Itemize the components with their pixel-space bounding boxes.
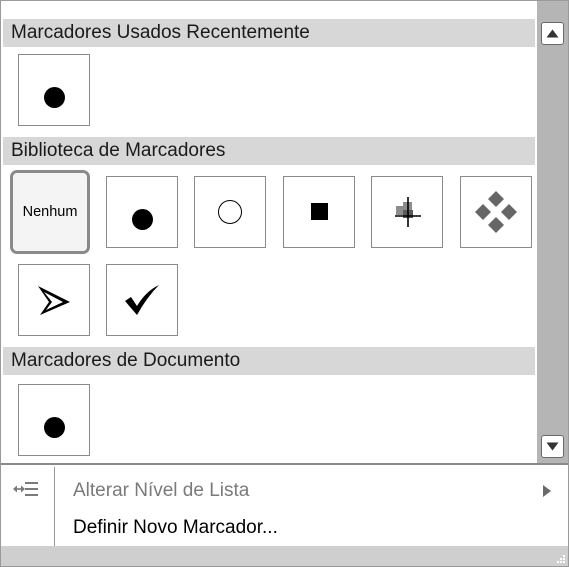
bullet-library-header: Biblioteca de Marcadores	[3, 137, 535, 165]
hollow-circle-icon	[218, 200, 242, 224]
define-new-bullet-label: Definir Novo Marcador...	[73, 517, 278, 538]
define-new-bullet-menu-item[interactable]: Definir Novo Marcador...	[1, 509, 568, 547]
recent-bullets-header: Marcadores Usados Recentemente	[3, 19, 535, 47]
triangle-down-icon	[546, 442, 559, 451]
change-list-level-menu-item[interactable]: Alterar Nível de Lista	[1, 472, 568, 510]
document-bullets-header: Marcadores de Documento	[3, 347, 535, 375]
change-list-level-label: Alterar Nível de Lista	[73, 480, 250, 501]
crosshair-squares-icon	[395, 197, 421, 227]
bullet-library-dropdown: Marcadores Usados Recentemente Bibliotec…	[0, 0, 569, 567]
filled-dot-icon	[43, 86, 65, 108]
bullet-filled-dot-option[interactable]	[106, 176, 178, 248]
arrowhead-icon	[38, 286, 70, 315]
resize-status-bar	[1, 546, 568, 566]
scroll-down-button[interactable]	[541, 435, 564, 458]
four-diamonds-icon	[475, 191, 517, 233]
bullet-diamond-option[interactable]	[460, 176, 532, 248]
bullet-square-option[interactable]	[283, 176, 355, 248]
submenu-arrow-icon	[543, 485, 551, 497]
vertical-scrollbar[interactable]	[537, 1, 568, 463]
checkmark-icon	[125, 285, 159, 315]
scroll-up-button[interactable]	[541, 22, 564, 45]
document-bullet-dot[interactable]	[18, 384, 90, 456]
bullet-hollow-circle-option[interactable]	[194, 176, 266, 248]
filled-dot-icon	[131, 208, 153, 230]
bullet-crosshair-square-option[interactable]	[371, 176, 443, 248]
bullet-checkmark-option[interactable]	[106, 264, 178, 336]
list-indent-icon	[13, 482, 38, 496]
bullet-arrowhead-option[interactable]	[18, 264, 90, 336]
bullet-none-option[interactable]: Nenhum	[10, 170, 90, 254]
filled-square-icon	[310, 202, 328, 220]
recent-bullet-dot[interactable]	[18, 54, 90, 126]
resize-grip-icon[interactable]	[556, 554, 566, 564]
triangle-up-icon	[546, 29, 559, 38]
bullet-gallery: Marcadores Usados Recentemente Bibliotec…	[1, 1, 535, 463]
filled-dot-icon	[43, 416, 65, 438]
gallery-divider	[1, 463, 568, 465]
bullet-none-label: Nenhum	[22, 204, 78, 220]
